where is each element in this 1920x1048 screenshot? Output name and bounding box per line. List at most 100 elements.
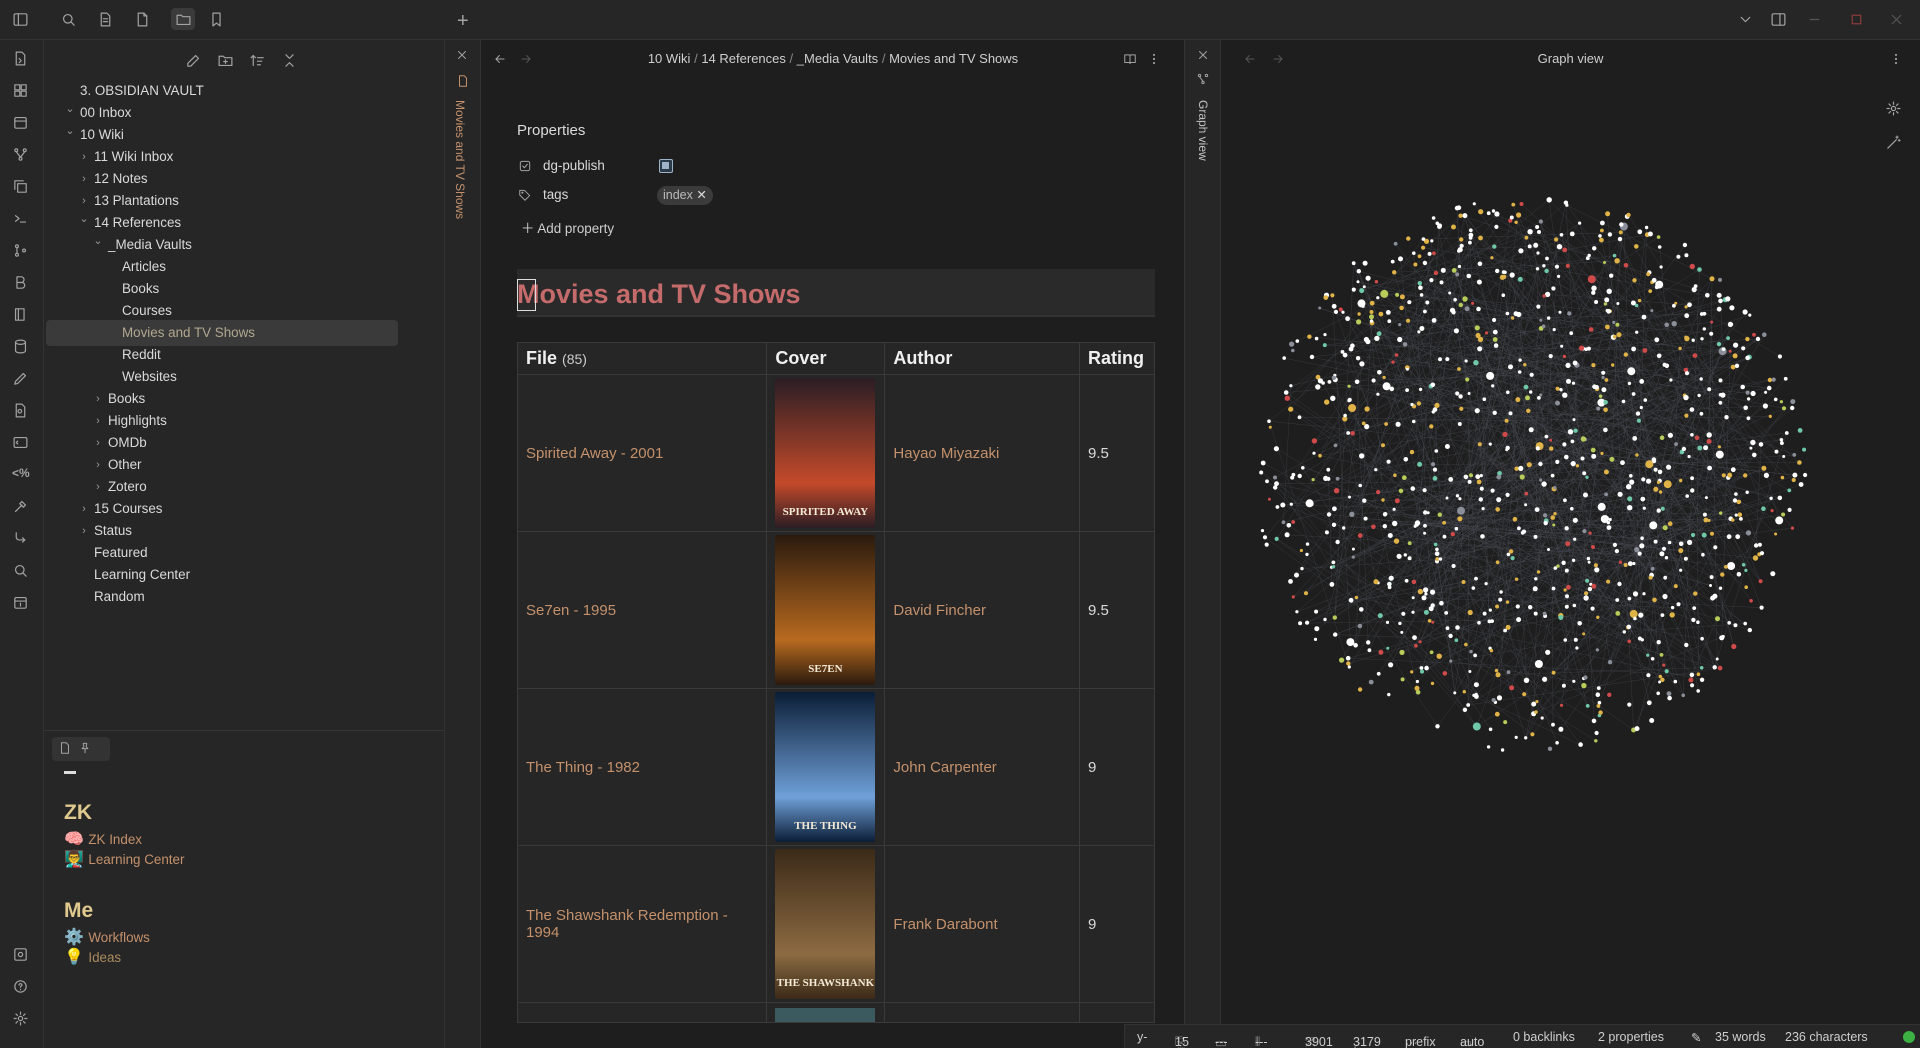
graph-node[interactable]: [1491, 698, 1496, 702]
graph-node[interactable]: [1709, 575, 1714, 580]
graph-node[interactable]: [1727, 562, 1736, 570]
graph-node[interactable]: [1459, 237, 1464, 242]
graph-node[interactable]: [1607, 660, 1613, 665]
graph-node[interactable]: [1768, 414, 1772, 418]
graph-node[interactable]: [1464, 642, 1468, 647]
graph-node[interactable]: [1563, 588, 1567, 592]
graph-node[interactable]: [1573, 537, 1577, 541]
graph-node[interactable]: [1505, 311, 1510, 316]
graph-node[interactable]: [1551, 670, 1556, 675]
graph-node[interactable]: [1607, 232, 1613, 237]
graph-node[interactable]: [1590, 447, 1596, 453]
graph-node[interactable]: [1394, 498, 1400, 504]
graph-node[interactable]: [1725, 296, 1731, 302]
graph-node[interactable]: [1429, 424, 1434, 429]
graph-node[interactable]: [1684, 313, 1690, 319]
property-checkbox[interactable]: [659, 159, 673, 173]
graph-node[interactable]: [1331, 560, 1336, 565]
graph-node[interactable]: [1433, 542, 1438, 547]
graph-node[interactable]: [1702, 327, 1706, 331]
graph-node[interactable]: [1739, 517, 1743, 521]
graph-node[interactable]: [1450, 532, 1455, 537]
graph-node[interactable]: [1432, 407, 1438, 412]
graph-node[interactable]: [1528, 427, 1534, 433]
graph-node[interactable]: [1486, 371, 1495, 380]
graph-node[interactable]: [1615, 322, 1620, 327]
bookmark-icon[interactable]: [208, 11, 225, 28]
graph-node[interactable]: [1518, 248, 1524, 254]
graph-node[interactable]: [1777, 495, 1783, 501]
graph-node[interactable]: [1431, 620, 1435, 624]
graph-node[interactable]: [1684, 305, 1688, 309]
graph-node[interactable]: [1517, 526, 1521, 531]
graph-node[interactable]: [1533, 611, 1538, 616]
graph-node[interactable]: [1734, 363, 1740, 368]
graph-node[interactable]: [1377, 613, 1383, 619]
graph-node[interactable]: [1311, 438, 1318, 444]
graph-node[interactable]: [1371, 524, 1376, 530]
graph-node[interactable]: [1520, 530, 1525, 535]
graph-node[interactable]: [1466, 703, 1471, 707]
graph-node[interactable]: [1600, 515, 1609, 523]
graph-node[interactable]: [1703, 445, 1709, 451]
graph-node[interactable]: [1510, 316, 1515, 320]
database-icon[interactable]: [12, 338, 29, 355]
graph-node[interactable]: [1639, 405, 1643, 410]
graph-node[interactable]: [1464, 306, 1470, 312]
graph-node[interactable]: [1323, 617, 1327, 622]
new-note-icon[interactable]: [185, 52, 202, 69]
graph-node[interactable]: [1350, 431, 1355, 436]
graph-node[interactable]: [1431, 318, 1437, 323]
graph-node[interactable]: [1346, 661, 1351, 666]
graph-node[interactable]: [1662, 593, 1668, 600]
graph-node[interactable]: [1555, 400, 1560, 406]
graph-node[interactable]: [1536, 251, 1540, 255]
graph-node[interactable]: [1524, 736, 1528, 740]
graph-node[interactable]: [1553, 512, 1557, 516]
graph-node[interactable]: [1690, 683, 1695, 688]
graph-node[interactable]: [1755, 336, 1761, 342]
graph-node[interactable]: [1374, 280, 1379, 284]
graph-node[interactable]: [1616, 302, 1620, 305]
graph-node[interactable]: [1674, 301, 1678, 305]
graph-node[interactable]: [1519, 202, 1524, 206]
graph-node[interactable]: [1627, 367, 1636, 376]
graph-node[interactable]: [1774, 449, 1779, 454]
graph-node[interactable]: [1659, 265, 1663, 269]
graph-node[interactable]: [1744, 568, 1748, 572]
minimize-icon[interactable]: [1806, 11, 1823, 28]
graph-node[interactable]: [1496, 474, 1502, 480]
graph-node[interactable]: [1262, 535, 1268, 540]
graph-node[interactable]: [1541, 481, 1547, 487]
graph-node[interactable]: [1657, 245, 1662, 249]
graph-node[interactable]: [1399, 294, 1405, 300]
graph-node[interactable]: [1770, 509, 1774, 513]
reading-view-icon[interactable]: [1123, 52, 1137, 66]
graph-node[interactable]: [1476, 279, 1482, 285]
graph-node[interactable]: [1603, 469, 1609, 475]
graph-node[interactable]: [1720, 392, 1726, 398]
search-icon[interactable]: [60, 11, 77, 28]
graph-node[interactable]: [1414, 685, 1420, 691]
new-tab-icon[interactable]: +: [457, 10, 469, 33]
graph-node[interactable]: [1673, 584, 1678, 589]
breadcrumb-item[interactable]: 14 References: [701, 51, 786, 66]
graph-node[interactable]: [1623, 352, 1628, 357]
graph-node[interactable]: [1387, 585, 1392, 590]
graph-node[interactable]: [1667, 432, 1673, 438]
graph-node[interactable]: [1468, 228, 1473, 233]
graph-node[interactable]: [1411, 419, 1416, 424]
graph-node[interactable]: [1627, 702, 1632, 707]
graph-node[interactable]: [1411, 579, 1417, 585]
graph-node[interactable]: [1632, 278, 1637, 283]
sort-icon[interactable]: [249, 52, 266, 69]
graph-node[interactable]: [1704, 496, 1708, 500]
graph-node[interactable]: [1716, 292, 1722, 298]
graph-node[interactable]: [1664, 556, 1669, 560]
graph-node[interactable]: [1345, 316, 1350, 322]
graph-node[interactable]: [1742, 309, 1748, 315]
graph-node[interactable]: [1480, 534, 1485, 539]
graph-node[interactable]: [1505, 445, 1510, 451]
graph-node[interactable]: [1638, 612, 1644, 618]
graph-node[interactable]: [1555, 741, 1559, 745]
